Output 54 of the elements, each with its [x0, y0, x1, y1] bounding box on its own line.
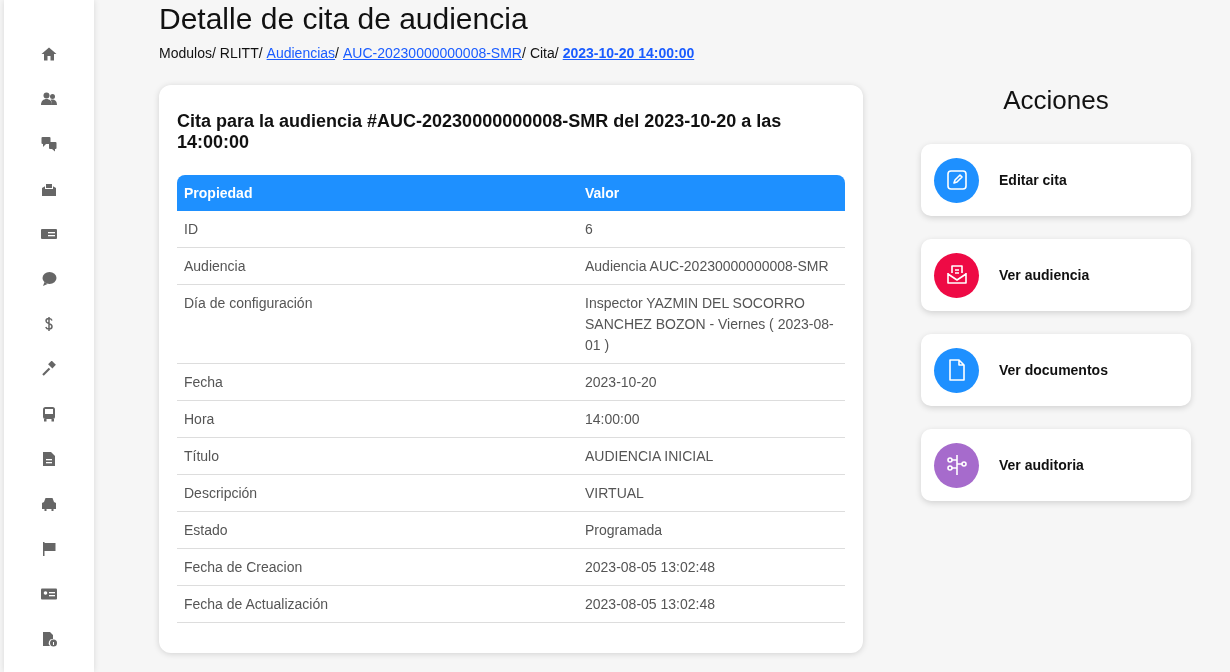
table-cell: Inspector YAZMIN DEL SOCORRO SANCHEZ BOZON - Viernes ( 2023-08-01 )	[578, 284, 845, 364]
gavel-icon[interactable]	[41, 361, 57, 377]
breadcrumb-separator: /	[554, 45, 559, 61]
column-header: Valor	[578, 175, 845, 211]
column-header: Propiedad	[177, 175, 578, 211]
flag-icon[interactable]	[41, 541, 57, 557]
breadcrumb-separator: /	[211, 45, 216, 61]
table-cell: Fecha de Creacion	[177, 548, 578, 586]
card-heading: Cita para la audiencia #AUC-20230000000008-SMR del 2023-10-20 a las 14:00:00	[177, 111, 783, 153]
card-icon[interactable]	[41, 226, 57, 242]
actions-title: Acciones	[1002, 85, 1110, 116]
table-cell: VIRTUAL	[578, 474, 845, 512]
breadcrumb-link[interactable]: AUC-20230000000008-SMR	[343, 45, 522, 61]
bus-icon[interactable]	[41, 406, 57, 422]
table-cell: Programada	[578, 511, 845, 549]
idcard-icon[interactable]	[41, 586, 57, 602]
chat-icon[interactable]	[41, 136, 57, 152]
envelope-icon	[944, 263, 969, 287]
breadcrumb-item: Cita	[529, 45, 555, 61]
breadcrumb-link[interactable]: Audiencias	[266, 45, 336, 61]
table-cell: Audiencia	[177, 247, 578, 285]
users-icon[interactable]	[41, 91, 57, 107]
page-title: Detalle de cita de audiencia	[159, 1, 529, 37]
table-cell: Hora	[177, 400, 578, 438]
table-cell: Día de configuración	[177, 284, 578, 364]
home-icon[interactable]	[41, 46, 57, 62]
table-cell: AUDIENCIA INICIAL	[578, 437, 845, 475]
action-button[interactable]: Ver documentos	[921, 334, 1191, 406]
fileinfo-icon[interactable]	[41, 631, 57, 647]
breadcrumb-separator: /	[258, 45, 263, 61]
car-icon[interactable]	[41, 496, 57, 512]
breadcrumb-separator: /	[522, 45, 526, 61]
table-cell: Fecha de Actualización	[177, 585, 578, 623]
action-button[interactable]: Editar cita	[921, 144, 1191, 216]
hierarchy-icon	[944, 453, 969, 477]
table-cell: ID	[177, 211, 578, 248]
breadcrumb-current[interactable]: 2023-10-20 14:00:00	[562, 45, 695, 61]
table-cell: Título	[177, 437, 578, 475]
breadcrumb-separator: /	[335, 45, 339, 61]
action-button[interactable]: Ver auditoria	[921, 429, 1191, 501]
table-cell: 14:00:00	[578, 400, 845, 438]
table-cell: 6	[578, 211, 845, 248]
table-cell: Fecha	[177, 363, 578, 401]
table-cell: 2023-10-20	[578, 363, 845, 401]
table-cell: Audiencia AUC-20230000000008-SMR	[578, 247, 845, 285]
table-cell: 2023-08-05 13:02:48	[578, 585, 845, 623]
doc-icon[interactable]	[41, 451, 57, 467]
breadcrumb-item: RLITT	[219, 45, 259, 61]
table-cell: Estado	[177, 511, 578, 549]
table-cell: Descripción	[177, 474, 578, 512]
table-cell: 2023-08-05 13:02:48	[578, 548, 845, 586]
action-button[interactable]: Ver audiencia	[921, 239, 1191, 311]
breadcrumb-item: Modulos	[159, 45, 212, 61]
edit-icon	[944, 168, 969, 192]
